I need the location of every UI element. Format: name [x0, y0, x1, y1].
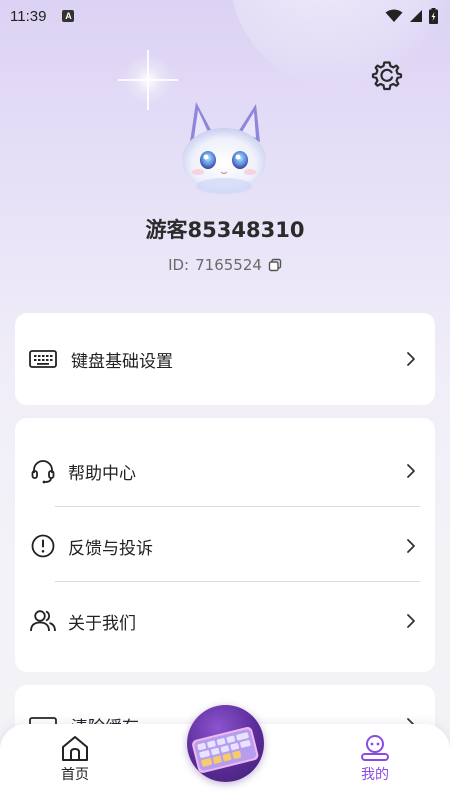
notification-badge-icon: A: [62, 10, 75, 22]
keyboard-icon: [192, 727, 259, 773]
user-id-row: ID: 7165524: [0, 256, 450, 274]
wifi-icon: [385, 9, 403, 22]
chevron-right-icon: [407, 464, 415, 478]
status-time: 11:39: [10, 7, 47, 25]
menu-item-label: 反馈与投诉: [68, 538, 153, 559]
fox-avatar-image: [182, 102, 266, 194]
center-keyboard-button[interactable]: [187, 705, 264, 782]
menu-item-feedback[interactable]: 反馈与投诉: [15, 526, 435, 566]
battery-icon: [429, 8, 438, 24]
support-card: 帮助中心 反馈与投诉 关于我们: [15, 418, 435, 672]
home-icon: [62, 736, 88, 761]
user-id-value: 7165524: [195, 256, 262, 274]
chevron-right-icon: [407, 614, 415, 628]
username: 游客85348310: [145, 218, 305, 242]
alert-circle-icon: [29, 532, 57, 560]
user-id-label: ID:: [168, 256, 190, 274]
chevron-right-icon: [407, 539, 415, 553]
tab-home-label: 首页: [61, 767, 89, 783]
chevron-right-icon: [407, 352, 415, 366]
menu-item-label: 关于我们: [68, 613, 136, 634]
tab-mine-label: 我的: [361, 767, 389, 783]
menu-item-label: 帮助中心: [68, 463, 136, 484]
keyboard-icon: [29, 345, 57, 373]
menu-item-label: 键盘基础设置: [71, 351, 173, 372]
headset-icon: [29, 457, 57, 485]
keyboard-settings-card: 键盘基础设置: [15, 313, 435, 405]
avatar[interactable]: [176, 98, 272, 198]
settings-button[interactable]: [371, 59, 403, 91]
background-sparkle: [118, 50, 178, 110]
status-bar: 11:39 A: [0, 0, 450, 32]
menu-item-help-center[interactable]: 帮助中心: [15, 451, 435, 491]
divider: [55, 506, 420, 507]
signal-icon: [410, 10, 422, 22]
users-icon: [29, 607, 57, 635]
divider: [55, 581, 420, 582]
tab-mine[interactable]: 我的: [345, 734, 405, 784]
tab-home[interactable]: 首页: [45, 734, 105, 784]
copy-icon[interactable]: [268, 258, 282, 272]
settings-gear-icon: [371, 61, 403, 91]
robot-face-icon: [361, 735, 389, 761]
status-right: [385, 8, 438, 24]
menu-item-about-us[interactable]: 关于我们: [15, 601, 435, 641]
menu-item-keyboard-settings[interactable]: 键盘基础设置: [15, 339, 435, 379]
